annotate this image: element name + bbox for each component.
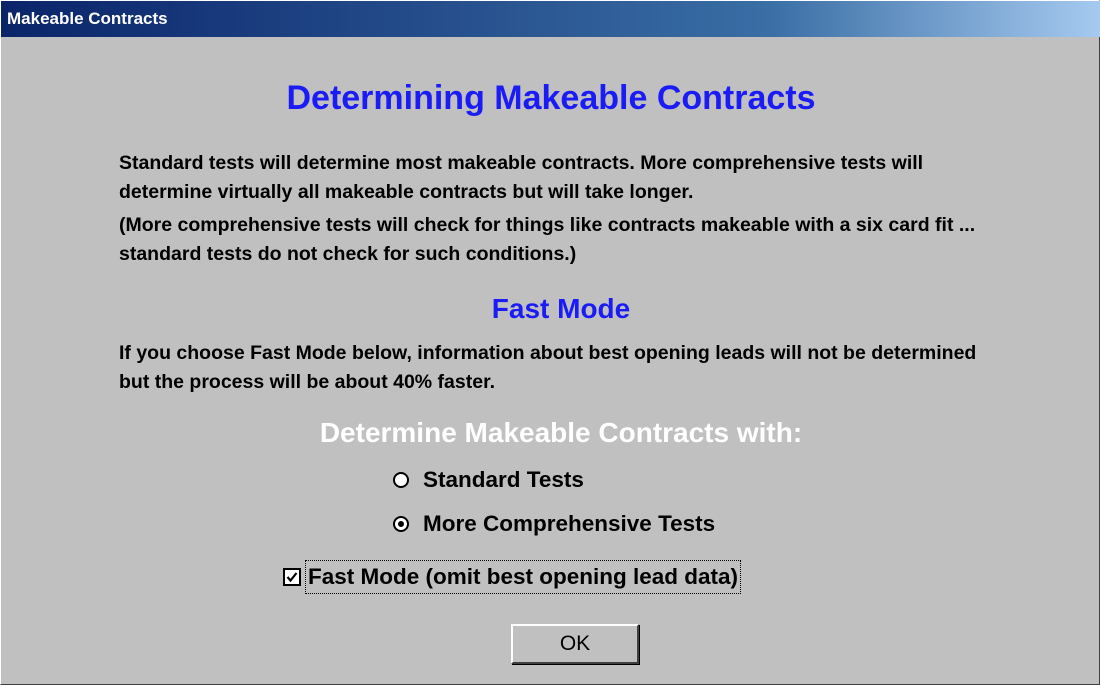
window-title-bar[interactable]: Makeable Contracts: [1, 1, 1100, 37]
comprehensive-tests-radio[interactable]: More Comprehensive Tests: [393, 509, 715, 539]
comprehensive-note-paragraph: (More comprehensive tests will check for…: [119, 214, 976, 265]
standard-tests-radio[interactable]: Standard Tests: [393, 465, 584, 495]
makeable-contracts-dialog: Makeable Contracts Determining Makeable …: [0, 0, 1100, 685]
fast-mode-checkbox-row[interactable]: Fast Mode (omit best opening lead data): [283, 560, 742, 594]
fast-mode-heading: Fast Mode: [491, 293, 631, 324]
fast-mode-checkbox[interactable]: [283, 568, 301, 586]
standard-tests-label[interactable]: Standard Tests: [423, 467, 584, 493]
options-heading: Determine Makeable Contracts with:: [319, 417, 803, 448]
dialog-heading: Determining Makeable Contracts: [286, 79, 816, 117]
fast-mode-description: If you choose Fast Mode below, informati…: [119, 342, 977, 393]
checkmark-icon: [286, 572, 298, 583]
description-paragraph: Standard tests will determine most makea…: [119, 152, 924, 203]
fast-mode-label[interactable]: Fast Mode (omit best opening lead data): [305, 560, 742, 594]
radio-unselected-icon[interactable]: [393, 472, 409, 488]
radio-dot-icon: [398, 521, 404, 527]
ok-button[interactable]: OK: [511, 624, 639, 664]
comprehensive-tests-label[interactable]: More Comprehensive Tests: [423, 511, 715, 537]
radio-selected-icon[interactable]: [393, 516, 409, 532]
